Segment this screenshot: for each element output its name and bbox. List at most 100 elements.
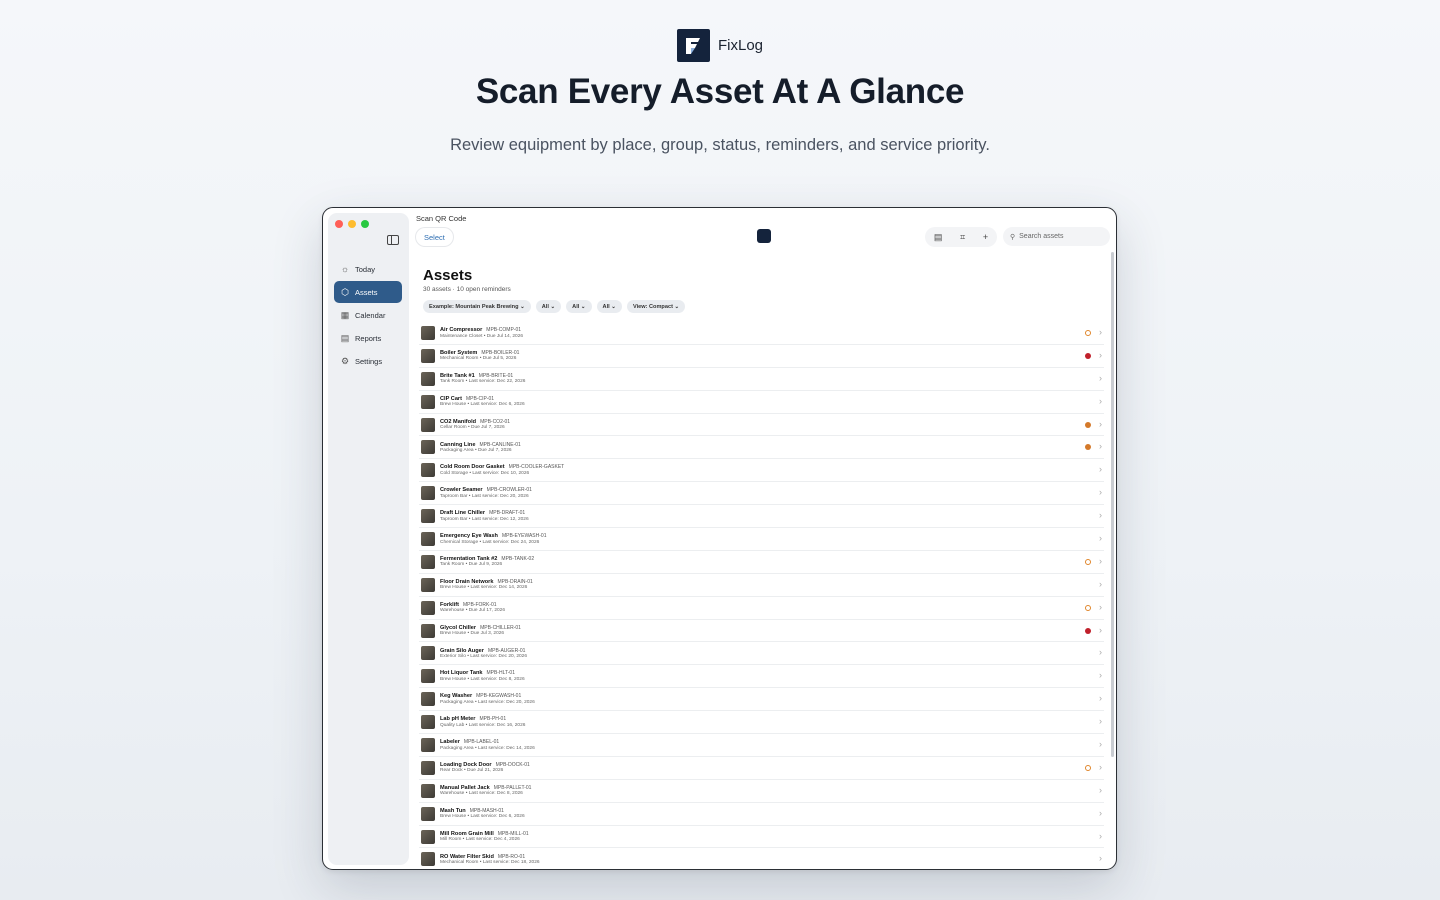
search-input[interactable]: ⚲ Search assets xyxy=(1003,227,1110,246)
asset-row[interactable]: CO2 Manifold MPB-CO2-01 Cellar Room • Due … xyxy=(419,414,1104,437)
asset-row[interactable]: Mill Room Grain Mill MPB-MILL-01 Mill Room… xyxy=(419,826,1104,849)
asset-meta-line: Packaging Area • Last service: Dec 20, 2… xyxy=(440,700,535,705)
asset-row[interactable]: Cold Room Door Gasket MPB-COOLER-GASKET Co… xyxy=(419,459,1104,483)
sun-icon: ☼ xyxy=(340,264,350,274)
asset-name: Crowler Seamer xyxy=(440,487,483,494)
asset-location: Chemical Storage xyxy=(440,539,479,545)
chevron-right-icon: › xyxy=(1099,739,1102,750)
filter-view[interactable]: View: Compact ⌄ xyxy=(626,300,686,313)
asset-row[interactable]: Fermentation Tank #2 MPB-TANK-02 Tank Room… xyxy=(419,551,1104,574)
asset-thumbnail xyxy=(421,760,435,775)
topbar-title: Scan QR Code xyxy=(416,214,467,223)
asset-name: Glycol Chiller xyxy=(440,624,477,631)
reminder-status-icon xyxy=(1085,627,1091,634)
app-window: ☼ Today ⬡ Assets ▦ Calendar ▤ Reports ⚙ … xyxy=(322,207,1117,870)
asset-row[interactable]: Keg Washer MPB-KEGWASH-01 Packaging Area •… xyxy=(419,688,1104,712)
reminder-status-icon xyxy=(1085,604,1091,611)
asset-code: MPB-CROWLER-01 xyxy=(486,487,532,494)
sidebar-item-settings[interactable]: ⚙ Settings xyxy=(334,350,402,372)
plus-icon[interactable]: + xyxy=(983,232,988,242)
asset-code: MPB-BRITE-01 xyxy=(478,372,514,379)
select-button[interactable]: Select xyxy=(416,228,453,246)
asset-row[interactable]: Grain Silo Auger MPB-AUGER-01 Exterior Sil… xyxy=(419,642,1104,666)
sidebar-item-label: Assets xyxy=(355,287,378,297)
asset-row[interactable]: Forklift MPB-FORK-01 Warehouse • Due Jul 1… xyxy=(419,597,1104,620)
filter-group[interactable]: All ⌄ xyxy=(566,300,592,313)
asset-thumbnail xyxy=(421,531,435,546)
asset-row[interactable]: Labeler MPB-LABEL-01 Packaging Area • Last… xyxy=(419,734,1104,757)
asset-row[interactable]: Mash Tun MPB-MASH-01 Brew House • Last ser… xyxy=(419,803,1104,826)
asset-meta-line: Chemical Storage • Last service: Dec 24,… xyxy=(440,540,546,545)
asset-meta-line: Taproom Bar • Last service: Dec 12, 2026 xyxy=(440,517,529,522)
chevron-right-icon: › xyxy=(1099,830,1102,841)
sidebar-item-calendar[interactable]: ▦ Calendar xyxy=(334,304,402,326)
asset-text: Manual Pallet Jack MPB-PALLET-01 Warehouse… xyxy=(440,785,531,797)
chevron-right-icon: › xyxy=(1099,578,1102,589)
asset-detail: Last service: Dec 8, 2026 xyxy=(468,791,523,797)
asset-row[interactable]: RO Water Filter Skid MPB-RO-01 Mechanical … xyxy=(419,848,1104,869)
asset-row[interactable]: Floor Drain Network MPB-DRAIN-01 Brew Hous… xyxy=(419,574,1104,597)
asset-row[interactable]: Glycol Chiller MPB-CHILLER-01 Brew House •… xyxy=(419,620,1104,643)
asset-name: Brite Tank #1 xyxy=(440,372,475,379)
chevron-right-icon: › xyxy=(1099,555,1102,566)
asset-text: Air Compressor MPB-COMP-01 Maintenance Clo… xyxy=(440,327,523,339)
asset-row[interactable]: CIP Cart MPB-CIP-01 Brew House • Last serv… xyxy=(419,391,1104,414)
asset-location: Exterior Silo xyxy=(440,654,466,660)
asset-meta-line: Brew House • Last service: Dec 8, 2026 xyxy=(440,677,525,682)
asset-row[interactable]: Loading Dock Door MPB-DOCK-01 Rear Dock • … xyxy=(419,757,1104,780)
zoom-window-button[interactable] xyxy=(361,220,369,228)
asset-row[interactable]: Boiler System MPB-BOILER-01 Mechanical Roo… xyxy=(419,345,1104,368)
asset-name: Canning Line xyxy=(440,441,476,448)
asset-code: MPB-TANK-02 xyxy=(501,555,535,562)
asset-name: RO Water Filter Skid xyxy=(440,853,494,860)
reports-icon: ▤ xyxy=(340,332,350,343)
asset-detail: Due Jul 3, 2026 xyxy=(470,631,505,637)
filter-organization[interactable]: Example: Mountain Peak Brewing ⌄ xyxy=(423,300,531,313)
asset-row[interactable]: Crowler Seamer MPB-CROWLER-01 Taproom Bar … xyxy=(419,482,1104,506)
asset-location: Cold Storage xyxy=(440,470,468,476)
close-window-button[interactable] xyxy=(335,220,343,228)
scan-icon[interactable]: ⌗ xyxy=(960,232,965,243)
asset-detail: Due Jul 17, 2026 xyxy=(468,608,505,614)
asset-code: MPB-EYEWASH-01 xyxy=(501,533,547,540)
asset-name: Mill Room Grain Mill xyxy=(440,830,494,837)
asset-location: Warehouse xyxy=(440,791,465,797)
asset-detail: Last service: Dec 14, 2026 xyxy=(470,585,528,591)
asset-row[interactable]: Brite Tank #1 MPB-BRITE-01 Tank Room • Las… xyxy=(419,368,1104,391)
asset-location: Brew House xyxy=(440,631,467,637)
brand-name: FixLog xyxy=(717,37,764,54)
asset-row[interactable]: Lab pH Meter MPB-PH-01 Quality Lab • Last … xyxy=(419,711,1104,735)
asset-code: MPB-AUGER-01 xyxy=(487,647,526,654)
asset-code: MPB-CHILLER-01 xyxy=(480,624,521,631)
asset-row[interactable]: Canning Line MPB-CANLINE-01 Packaging Area… xyxy=(419,436,1104,460)
scrollbar[interactable] xyxy=(1111,252,1114,757)
sidebar-item-today[interactable]: ☼ Today xyxy=(334,258,402,280)
list-icon[interactable]: ▤ xyxy=(934,232,943,243)
asset-row[interactable]: Draft Line Chiller MPB-DRAFT-01 Taproom Ba… xyxy=(419,505,1104,529)
sidebar-toggle-icon[interactable] xyxy=(387,235,399,245)
asset-row[interactable]: Air Compressor MPB-COMP-01 Maintenance Clo… xyxy=(419,322,1104,345)
filter-status[interactable]: All ⌄ xyxy=(596,300,622,313)
asset-text: Draft Line Chiller MPB-DRAFT-01 Taproom Ba… xyxy=(440,510,529,522)
sidebar-item-reports[interactable]: ▤ Reports xyxy=(334,327,402,349)
asset-text: Fermentation Tank #2 MPB-TANK-02 Tank Room… xyxy=(440,556,534,568)
asset-detail: Due Jul 21, 2026 xyxy=(467,768,504,774)
asset-code: MPB-MASH-01 xyxy=(469,807,504,814)
asset-thumbnail xyxy=(421,806,435,821)
chevron-right-icon: › xyxy=(1099,693,1102,704)
sidebar-item-assets[interactable]: ⬡ Assets xyxy=(334,281,402,303)
asset-thumbnail xyxy=(421,554,435,569)
reminder-status-icon xyxy=(1085,764,1091,771)
asset-detail: Last service: Dec 14, 2026 xyxy=(477,745,535,751)
asset-detail: Due Jul 7, 2026 xyxy=(471,425,505,431)
asset-row[interactable]: Hot Liquor Tank MPB-HLT-01 Brew House • La… xyxy=(419,665,1104,689)
filter-place[interactable]: All ⌄ xyxy=(535,300,562,313)
asset-text: Mash Tun MPB-MASH-01 Brew House • Last ser… xyxy=(440,808,525,820)
asset-row[interactable]: Emergency Eye Wash MPB-EYEWASH-01 Chemical… xyxy=(419,528,1104,551)
minimize-window-button[interactable] xyxy=(348,220,356,228)
asset-meta-line: Mechanical Room • Last service: Dec 18, … xyxy=(440,860,540,865)
asset-name: Cold Room Door Gasket xyxy=(440,464,505,471)
asset-row[interactable]: Manual Pallet Jack MPB-PALLET-01 Warehouse… xyxy=(419,780,1104,803)
box-icon: ⬡ xyxy=(341,286,349,297)
asset-detail: Due Jul 9, 2026 xyxy=(468,562,503,568)
